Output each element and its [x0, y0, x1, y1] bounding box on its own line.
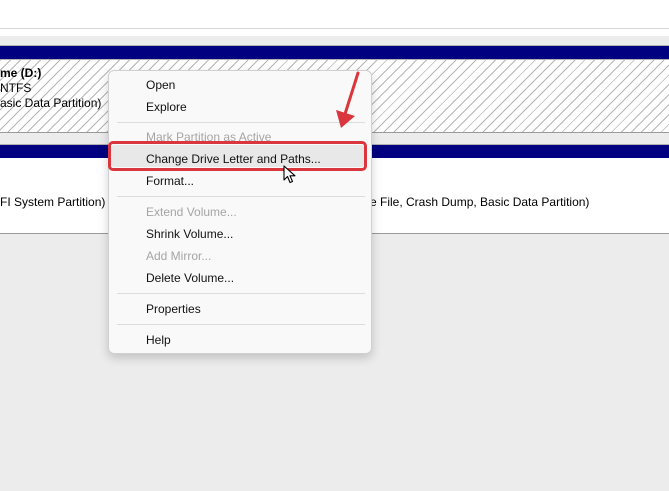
menu-item-add-mirror: Add Mirror...: [146, 249, 212, 263]
partition-d-name: me (D:): [0, 66, 42, 80]
red-arrow-icon: [336, 71, 360, 128]
menu-separator: [117, 293, 365, 294]
partition-c-status: e File, Crash Dump, Basic Data Partition…: [370, 195, 590, 209]
menu-item-format[interactable]: Format...: [146, 173, 194, 189]
partition-d-filesystem: NTFS: [0, 81, 32, 95]
menu-item-extend-volume: Extend Volume...: [146, 205, 237, 219]
menu-item-delete-volume[interactable]: Delete Volume...: [146, 270, 234, 286]
disk-area-top: [0, 0, 669, 36]
partition-header-bar-d: [0, 45, 669, 60]
menu-item-properties[interactable]: Properties: [146, 301, 201, 317]
partition-d-status: asic Data Partition): [0, 96, 102, 110]
menu-item-shrink-volume[interactable]: Shrink Volume...: [146, 226, 233, 242]
menu-separator: [117, 196, 365, 197]
menu-item-help[interactable]: Help: [146, 332, 171, 348]
annotation-highlight-box: [108, 141, 367, 171]
menu-item-open[interactable]: Open: [146, 77, 175, 93]
divider: [0, 28, 669, 29]
menu-separator: [117, 122, 365, 123]
menu-separator: [117, 324, 365, 325]
mouse-pointer-icon: [283, 165, 296, 184]
menu-item-explore[interactable]: Explore: [146, 99, 187, 115]
partition-efi-status: FI System Partition): [0, 195, 106, 209]
